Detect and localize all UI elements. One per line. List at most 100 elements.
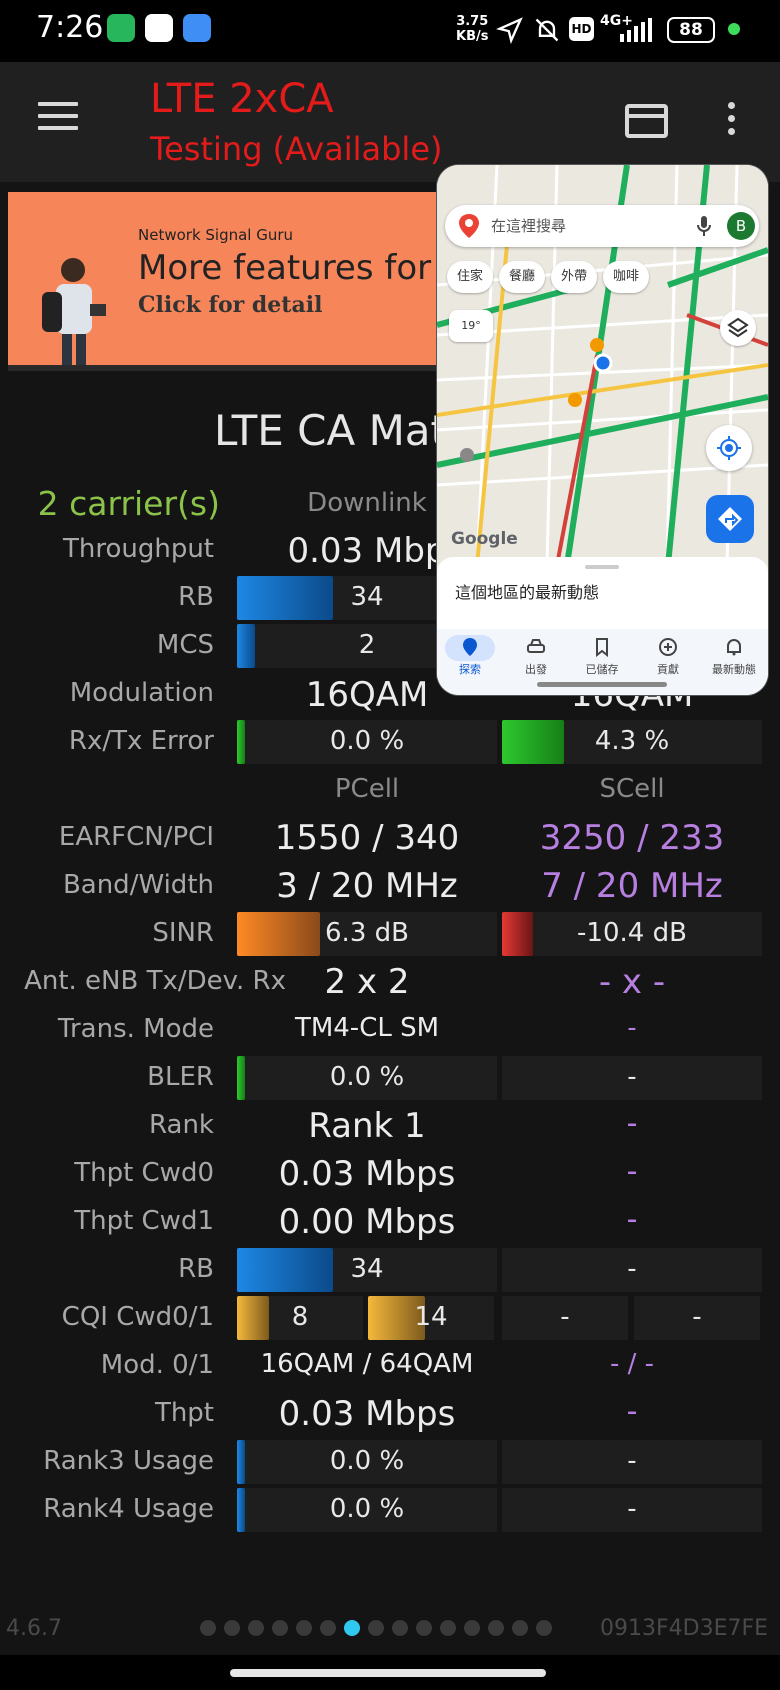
app-title: LTE 2xCA <box>150 76 334 122</box>
row-label-thpt: Thpt <box>154 1398 214 1428</box>
chip-takeout[interactable]: 外帶 <box>551 261 598 293</box>
page-dot[interactable] <box>440 1620 456 1636</box>
privacy-indicator-dot <box>728 23 740 35</box>
app-subtitle: Testing (Available) <box>150 130 443 168</box>
status-time: 7:26 <box>36 10 104 45</box>
rxtx-pcell-bar: 0.0 % <box>237 720 497 764</box>
google-logo: Google <box>451 529 518 549</box>
cwd1-scell: - <box>626 1202 638 1237</box>
sinr-pcell-value: 6.3 dB <box>325 918 409 948</box>
nav-go-label: 出發 <box>525 663 547 676</box>
bookmark-icon <box>596 638 608 657</box>
page-dot[interactable] <box>344 1620 360 1636</box>
nav-contribute[interactable]: 貢獻 <box>635 637 701 677</box>
bler-pcell-bar: 0.0 % <box>237 1056 497 1100</box>
rank4-scell-value: - <box>627 1494 637 1524</box>
chip-restaurants[interactable]: 餐廳 <box>499 261 546 293</box>
nav-explore[interactable]: 探索 <box>437 635 503 677</box>
floating-maps-window[interactable]: 在這裡搜尋 B 住家 餐廳 外帶 咖啡 19° Google 這個地區的最新動態 探索… <box>437 165 768 695</box>
nav-go[interactable]: 出發 <box>503 637 569 677</box>
ad-banner[interactable]: Network Signal Guru More features for u … <box>8 192 448 367</box>
page-dot[interactable] <box>464 1620 480 1636</box>
transmode-scell: - <box>627 1013 637 1043</box>
rank4-pcell-value: 0.0 % <box>329 1494 405 1524</box>
rank3-scell-bar: - <box>502 1440 762 1484</box>
row-label-cqi: CQI Cwd0/1 <box>61 1302 214 1332</box>
scell-header: SCell <box>599 774 665 804</box>
nav-updates[interactable]: 最新動態 <box>701 637 767 677</box>
my-location-icon[interactable] <box>706 425 752 471</box>
page-dot[interactable] <box>320 1620 336 1636</box>
weather-badge[interactable]: 19° <box>449 310 493 342</box>
map-canvas[interactable]: 在這裡搜尋 B 住家 餐廳 外帶 咖啡 19° Google <box>437 165 768 565</box>
layers-icon[interactable] <box>720 310 756 346</box>
banner-divider <box>8 365 448 371</box>
sheet-drag-handle[interactable] <box>585 565 619 569</box>
page-dot[interactable] <box>272 1620 288 1636</box>
page-dot[interactable] <box>392 1620 408 1636</box>
page-dot[interactable] <box>512 1620 528 1636</box>
maps-search-bar[interactable]: 在這裡搜尋 B <box>445 205 759 247</box>
band-scell: 7 / 20 MHz <box>541 866 723 906</box>
signal-app-icon <box>183 14 211 42</box>
row-label-throughput: Throughput <box>62 534 214 564</box>
row-label-rank3: Rank3 Usage <box>43 1446 214 1476</box>
rxtx-scell-value: 4.3 % <box>594 726 670 756</box>
sinr-pcell-bar: 6.3 dB <box>237 912 497 956</box>
page-dot[interactable] <box>200 1620 216 1636</box>
speed-unit: KB/s <box>456 29 489 44</box>
account-avatar[interactable]: B <box>727 212 755 240</box>
earfcn-scell: 3250 / 233 <box>539 818 725 858</box>
battery-indicator: 88 <box>667 17 715 43</box>
mod01-pcell: 16QAM / 64QAM <box>260 1349 474 1379</box>
page-dot[interactable] <box>536 1620 552 1636</box>
rb2-scell-value: - <box>627 1254 637 1284</box>
home-gesture-bar[interactable] <box>230 1669 546 1677</box>
directions-icon[interactable] <box>706 495 754 543</box>
app-bar: LTE 2xCA Testing (Available) <box>0 62 780 182</box>
cwd1-pcell: 0.00 Mbps <box>278 1202 456 1242</box>
page-dot[interactable] <box>416 1620 432 1636</box>
bler-scell-value: - <box>627 1062 637 1092</box>
cqi-scell-cwd1-value: - <box>692 1302 702 1332</box>
bler-pcell-value: 0.0 % <box>329 1062 405 1092</box>
menu-icon[interactable] <box>38 102 78 132</box>
podcast-app-icon <box>107 14 135 42</box>
maps-pin-icon <box>459 214 479 238</box>
row-label-rank: Rank <box>149 1110 214 1140</box>
thpt-scell: - <box>626 1394 638 1429</box>
banner-headline: More features for u <box>138 248 448 288</box>
band-pcell: 3 / 20 MHz <box>276 866 458 906</box>
page-dot[interactable] <box>296 1620 312 1636</box>
rb2-scell-bar: - <box>502 1248 762 1292</box>
more-options-icon[interactable] <box>728 102 736 138</box>
hd-voice-badge: HD <box>569 17 594 41</box>
cqi-cwd1-bar: 14 <box>368 1296 494 1340</box>
page-dot[interactable] <box>248 1620 264 1636</box>
row-label-mod01: Mod. 0/1 <box>100 1350 214 1380</box>
carrier-count: 2 carrier(s) <box>37 484 220 523</box>
chip-coffee[interactable]: 咖啡 <box>603 261 650 293</box>
cqi-scell-cwd0-value: - <box>560 1302 570 1332</box>
page-dot[interactable] <box>488 1620 504 1636</box>
page-dot[interactable] <box>368 1620 384 1636</box>
row-label-mcs: MCS <box>156 630 214 660</box>
cqi-cwd0-value: 8 <box>291 1302 309 1332</box>
cqi-scell-cwd0-bar: - <box>502 1296 628 1340</box>
signal-bars-icon <box>620 18 652 42</box>
chip-home[interactable]: 住家 <box>447 261 494 293</box>
category-chips: 住家 餐廳 外帶 咖啡 <box>447 261 655 295</box>
page-dot[interactable] <box>224 1620 240 1636</box>
pcell-header: PCell <box>334 774 400 804</box>
rank3-pcell-value: 0.0 % <box>329 1446 405 1476</box>
row-label-transmode: Trans. Mode <box>57 1014 214 1044</box>
antenna-pcell: 2 x 2 <box>324 962 410 1002</box>
microphone-icon[interactable] <box>697 216 711 236</box>
nav-saved[interactable]: 已儲存 <box>569 637 635 677</box>
card-icon[interactable] <box>625 104 668 138</box>
maps-window-handle[interactable] <box>537 682 667 687</box>
speed-value: 3.75 <box>456 14 489 29</box>
bler-scell-bar: - <box>502 1056 762 1100</box>
explore-pin-icon <box>463 638 477 656</box>
system-nav-bar <box>0 1655 780 1690</box>
